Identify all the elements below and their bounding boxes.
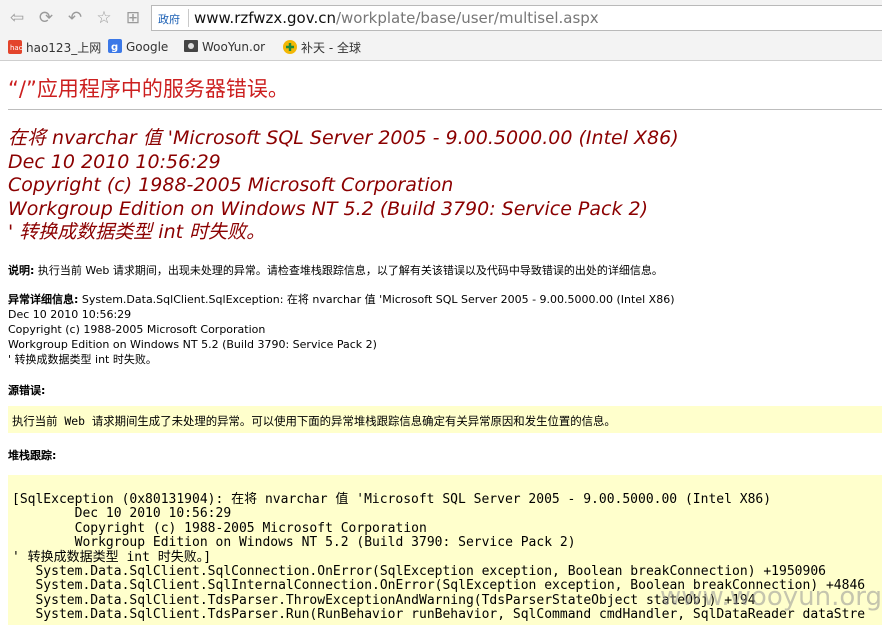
error-heading-line: Dec 10 2010 10:56:29 xyxy=(8,150,221,173)
source-error-box: 执行当前 Web 请求期间生成了未处理的异常。可以使用下面的异常堆栈跟踪信息确定… xyxy=(8,406,882,433)
svg-text:hao: hao xyxy=(10,44,22,52)
bookmark-label: Google xyxy=(126,40,169,54)
bookmark-wooyun[interactable]: WooYun.or xyxy=(184,39,265,54)
stack-trace-line: Copyright (c) 1988-2005 Microsoft Corpor… xyxy=(12,520,427,536)
bookmark-butian[interactable]: 补天 - 全球 xyxy=(283,39,361,56)
source-error-text: 执行当前 Web 请求期间生成了未处理的异常。可以使用下面的异常堆栈跟踪信息确定… xyxy=(12,414,616,428)
hao123-icon: hao xyxy=(8,40,23,54)
description-text: 执行当前 Web 请求期间，出现未处理的异常。请检查堆栈跟踪信息，以了解有关该错… xyxy=(34,264,663,277)
address-bar[interactable]: 政府 www.rzfwzx.gov.cn/workplate/base/user… xyxy=(151,5,882,31)
page-title: “/”应用程序中的服务器错误。 xyxy=(8,77,289,101)
google-icon: g xyxy=(108,39,122,53)
error-heading-line: ' 转换成数据类型 int 时失败。 xyxy=(8,221,266,243)
description-label: 说明: xyxy=(8,264,35,277)
address-separator xyxy=(188,9,189,27)
wooyun-icon xyxy=(184,39,198,53)
stack-trace-line: Dec 10 2010 10:56:29 xyxy=(12,506,232,522)
browser-toolbar: ⇦ ⟳ ↶ ☆ ⊞ 政府 www.rzfwzx.gov.cn/workplate… xyxy=(0,0,882,35)
exception-details: 异常详细信息: System.Data.SqlClient.SqlExcepti… xyxy=(8,292,675,367)
butian-icon xyxy=(283,40,297,54)
exception-line: Dec 10 2010 10:56:29 xyxy=(8,308,132,321)
bookmarks-bar: hao hao123_上网 g Google WooYun.or 补天 - 全球 xyxy=(0,35,882,61)
stack-trace-line: Workgroup Edition on Windows NT 5.2 (Bui… xyxy=(12,535,576,551)
exception-line: Copyright (c) 1988-2005 Microsoft Corpor… xyxy=(8,323,266,336)
url-path: /workplate/base/user/multisel.aspx xyxy=(335,9,599,27)
stack-trace-line: ' 转换成数据类型 int 时失败。] xyxy=(12,549,212,565)
url-host: www.rzfwzx.gov.cn xyxy=(194,9,336,27)
svg-text:g: g xyxy=(111,42,118,53)
exception-text: System.Data.SqlClient.SqlException: 在将 n… xyxy=(78,293,675,306)
bookmark-label: hao123_上网 xyxy=(26,41,102,55)
bookmark-label: 补天 - 全球 xyxy=(301,41,361,55)
title-divider xyxy=(8,109,882,110)
address-url[interactable]: www.rzfwzx.gov.cn/workplate/base/user/mu… xyxy=(194,9,599,27)
exception-label: 异常详细信息: xyxy=(8,293,79,306)
bookmark-label: WooYun.or xyxy=(202,40,266,54)
refresh-icon[interactable]: ⟳ xyxy=(35,7,57,29)
error-heading-line: Copyright (c) 1988-2005 Microsoft Corpor… xyxy=(8,174,454,196)
description: 说明: 执行当前 Web 请求期间，出现未处理的异常。请检查堆栈跟踪信息，以了解… xyxy=(8,262,663,278)
source-error-label: 源错误: xyxy=(8,384,46,397)
bookmark-google[interactable]: g Google xyxy=(108,39,168,54)
favorite-star-icon[interactable]: ☆ xyxy=(93,7,115,29)
watermark: www.wooyun.org xyxy=(660,582,882,612)
gov-site-tag: 政府 xyxy=(158,13,180,26)
exception-line: 异常详细信息: System.Data.SqlClient.SqlExcepti… xyxy=(8,292,675,307)
stack-trace-label: 堆栈跟踪: xyxy=(8,449,57,462)
error-heading-line: Workgroup Edition on Windows NT 5.2 (Bui… xyxy=(8,197,649,220)
apps-grid-icon[interactable]: ⊞ xyxy=(122,7,144,29)
bookmark-hao123[interactable]: hao hao123_上网 xyxy=(8,39,101,56)
back-icon[interactable]: ⇦ xyxy=(6,7,28,29)
exception-line: ' 转换成数据类型 int 时失败。 xyxy=(8,353,157,366)
stack-trace-line: System.Data.SqlClient.SqlConnection.OnEr… xyxy=(12,564,826,580)
stack-trace-line: [SqlException (0x80131904): 在将 nvarchar … xyxy=(12,492,772,507)
error-heading-line: 在将 nvarchar 值 'Microsoft SQL Server 2005… xyxy=(8,127,679,149)
undo-icon[interactable]: ↶ xyxy=(64,7,86,29)
error-heading: 在将 nvarchar 值 'Microsoft SQL Server 2005… xyxy=(8,127,679,245)
exception-line: Workgroup Edition on Windows NT 5.2 (Bui… xyxy=(8,338,377,351)
